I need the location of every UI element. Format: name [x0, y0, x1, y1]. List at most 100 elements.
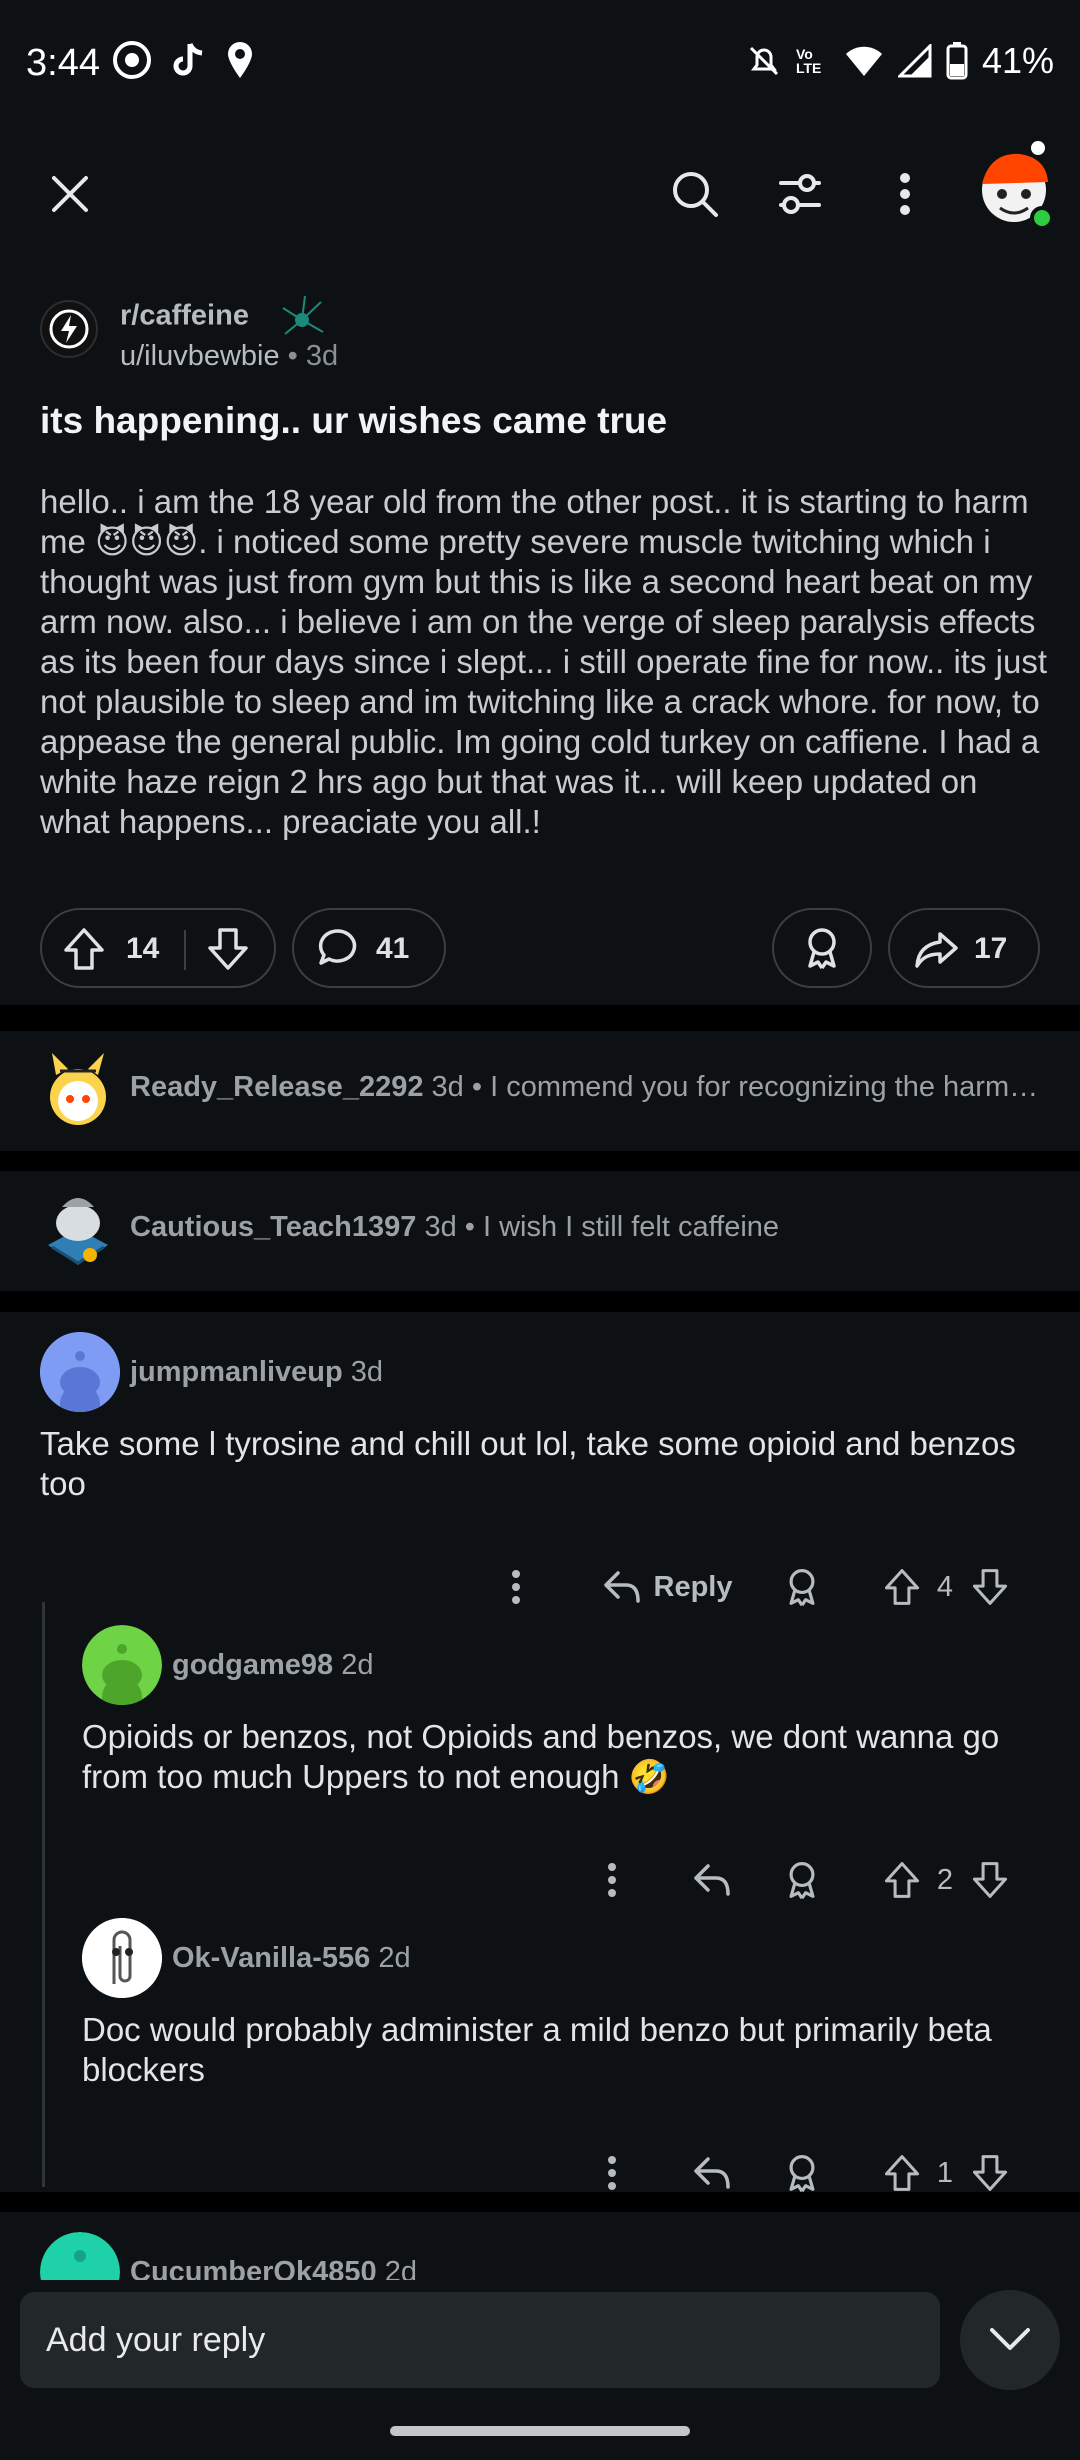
comment-award-button[interactable] [772, 1557, 832, 1617]
comment-username[interactable]: Ok-Vanilla-556 2d [172, 1942, 411, 1975]
lightning-bolt-icon [49, 309, 89, 349]
close-button[interactable] [30, 154, 110, 234]
more-vertical-icon [900, 173, 910, 215]
comment-upvote-button[interactable] [872, 1850, 932, 1910]
subreddit-badge-icon [282, 295, 324, 335]
reply-bar: Add your reply [0, 2280, 1080, 2460]
avatar [982, 141, 1054, 230]
divider [0, 1005, 1080, 1031]
award-icon [789, 1862, 815, 1900]
battery-icon [946, 42, 968, 80]
collapsed-comment-summary: Ready_Release_2292 3d • I commend you fo… [130, 1071, 1039, 1103]
more-vertical-icon [608, 2156, 616, 2190]
avatar[interactable] [82, 1918, 162, 1998]
share-arrow-icon [915, 932, 958, 968]
upvote-arrow-icon [64, 928, 104, 970]
downvote-arrow-icon [208, 928, 248, 970]
avatar [40, 2232, 120, 2280]
comment-username[interactable]: Ready_Release_2292 [130, 1071, 423, 1103]
vote-bar: 14 [40, 908, 276, 988]
comment-preview: I wish I still felt caffeine [482, 1211, 780, 1243]
status-time: 3:44 [26, 42, 100, 84]
reply-input[interactable]: Add your reply [20, 2292, 940, 2388]
more-options-button[interactable] [865, 154, 945, 234]
location-pin-icon [228, 42, 252, 78]
post-age: 3d [305, 340, 339, 372]
collapsed-comment[interactable]: Cautious_Teach1397 3d • I wish I still f… [0, 1171, 1080, 1291]
snoo-avatar-icon [40, 2232, 120, 2280]
sort-sliders-icon [779, 174, 821, 214]
subreddit-avatar[interactable] [40, 300, 98, 358]
wifi-icon [845, 46, 882, 76]
comment-award-button[interactable] [772, 1850, 832, 1910]
signal-icon [897, 44, 932, 78]
comment-bubble-icon [318, 929, 357, 965]
vote-divider [184, 930, 186, 970]
avatar[interactable] [40, 1332, 120, 1412]
award-icon [808, 928, 836, 969]
comment-username: CucumberOk4850 2d [130, 2256, 417, 2280]
upvote-arrow-icon [884, 1862, 920, 1898]
reply-arrow-icon [694, 2157, 730, 2189]
sort-button[interactable] [760, 154, 840, 234]
comment-downvote-button[interactable] [960, 1557, 1020, 1617]
comment-preview: I commend you for recognizing the harm… [490, 1071, 1039, 1103]
paperclip-avatar-icon [82, 1918, 162, 1998]
downvote-button[interactable] [206, 926, 250, 977]
status-bar: 3:44 Vo LTE 41% [0, 0, 1080, 130]
collapse-comments-button[interactable] [960, 2290, 1060, 2390]
avatar [50, 1053, 106, 1125]
downvote-arrow-icon [972, 2155, 1008, 2191]
comment-actions: 2 [0, 1850, 1080, 1910]
comment-text: Doc would probably administer a mild ben… [82, 2011, 992, 2088]
reply-label: Reply [653, 1570, 733, 1603]
notification-icons [112, 40, 256, 80]
comment-thread: jumpmanliveup 3d Take some l tyrosine an… [0, 1312, 1080, 2193]
reply-button[interactable]: Reply [592, 1557, 742, 1617]
divider [0, 1291, 1080, 1312]
subreddit-name[interactable]: r/caffeine [120, 294, 329, 340]
post-meta: u/iluvbewbie • 3d [120, 340, 339, 372]
app-bar [0, 130, 1080, 240]
reply-button[interactable] [682, 1850, 742, 1910]
tiktok-icon [173, 42, 203, 76]
comment-count: 41 [376, 932, 410, 965]
more-vertical-icon [512, 1570, 520, 1604]
comments-button[interactable]: 41 [292, 908, 446, 988]
volte-icon: Vo LTE [795, 46, 822, 76]
comment-username[interactable]: godgame98 2d [172, 1649, 374, 1682]
downvote-arrow-icon [972, 1569, 1008, 1605]
award-button[interactable] [772, 908, 872, 988]
search-button[interactable] [655, 154, 735, 234]
avatar[interactable] [82, 1625, 162, 1705]
comment-actions: Reply 4 [0, 1557, 1080, 1617]
comment-more-button[interactable] [486, 1557, 546, 1617]
divider [0, 1151, 1080, 1171]
upvote-arrow-icon [884, 2155, 920, 2191]
avatar [48, 1198, 108, 1265]
award-icon [789, 1569, 815, 1607]
comment-score: 2 [936, 1863, 954, 1896]
collapsed-comment-summary: Cautious_Teach1397 3d • I wish I still f… [130, 1211, 780, 1243]
comment-username[interactable]: jumpmanliveup 3d [130, 1356, 383, 1389]
upvote-button[interactable] [62, 926, 106, 977]
collapsed-comment[interactable]: Ready_Release_2292 3d • I commend you fo… [0, 1031, 1080, 1151]
partial-comment[interactable]: CucumberOk4850 2d [0, 2212, 1080, 2280]
downvote-arrow-icon [972, 1862, 1008, 1898]
comment-upvote-button[interactable] [872, 1557, 932, 1617]
comment-username[interactable]: Cautious_Teach1397 [130, 1211, 416, 1243]
comment-downvote-button[interactable] [960, 1850, 1020, 1910]
post: r/caffeine u/iluvbewbie • 3d its happeni… [0, 270, 1080, 1005]
comment-score: 4 [936, 1570, 954, 1603]
user-avatar-button[interactable] [972, 136, 1062, 236]
reply-arrow-icon [603, 1571, 640, 1603]
close-icon [52, 176, 88, 212]
share-button[interactable]: 17 [888, 908, 1040, 988]
reply-arrow-icon [694, 1864, 730, 1896]
share-count: 17 [974, 932, 1008, 965]
post-author[interactable]: u/iluvbewbie [120, 340, 280, 372]
award-icon [789, 2155, 815, 2193]
bell-off-icon [749, 46, 778, 76]
home-indicator[interactable] [390, 2426, 690, 2436]
comment-more-button[interactable] [582, 1850, 642, 1910]
